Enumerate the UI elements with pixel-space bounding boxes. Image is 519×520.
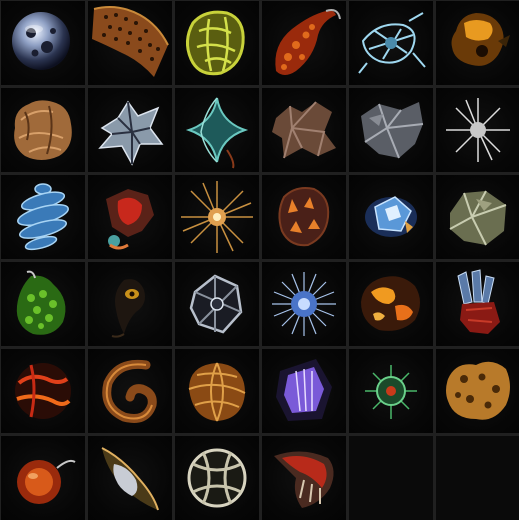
inventory-slot[interactable]	[1, 88, 85, 172]
inventory-slot[interactable]	[436, 88, 519, 172]
inventory-slot[interactable]	[88, 88, 172, 172]
inventory-slot[interactable]	[349, 175, 433, 259]
inventory-slot[interactable]	[262, 349, 346, 433]
red-ribbed-jaw-icon	[274, 451, 334, 508]
inventory-slot[interactable]	[436, 175, 519, 259]
blue-gem-core-icon	[365, 196, 417, 237]
inventory-slot[interactable]	[349, 262, 433, 346]
red-lava-orb-icon	[15, 363, 71, 419]
blue-spiral-drill-icon	[17, 183, 69, 251]
inventory-slot[interactable]	[262, 1, 346, 85]
amber-spike-urchin-icon	[181, 181, 253, 253]
rock-bulb-icon	[14, 100, 72, 160]
inventory-slot[interactable]	[436, 1, 519, 85]
crystal-web-icon	[358, 12, 426, 74]
teal-star-tendril-icon	[185, 97, 249, 169]
amber-spiral-shell-icon	[188, 362, 246, 422]
bark-fragment-icon	[272, 101, 336, 159]
purple-energy-crystal-icon	[276, 359, 332, 421]
inventory-slot[interactable]	[175, 262, 259, 346]
green-scale-leaf-icon	[16, 270, 66, 335]
inventory-slot[interactable]	[175, 1, 259, 85]
inventory-slot[interactable]	[175, 349, 259, 433]
spotted-hide-scroll-icon	[92, 6, 169, 77]
inventory-slot[interactable]	[1, 436, 85, 520]
inventory-slot[interactable]	[175, 436, 259, 520]
inventory-slot[interactable]	[1, 262, 85, 346]
inventory-slot[interactable]	[1, 1, 85, 85]
green-lattice-husk-icon	[186, 10, 245, 76]
glass-orb-icon	[12, 12, 70, 70]
shadow-wisp-icon	[111, 279, 145, 338]
pale-green-rock-icon	[449, 190, 507, 246]
inventory-slot[interactable]	[436, 262, 519, 346]
inventory-slot[interactable]	[1, 175, 85, 259]
silver-crystal-cluster-icon	[98, 100, 164, 166]
inventory-slot[interactable]	[436, 349, 519, 433]
inventory-slot[interactable]	[88, 1, 172, 85]
silver-shell-fin-icon	[101, 447, 159, 511]
green-spore-pod-icon	[365, 365, 417, 419]
inventory-slot[interactable]	[88, 436, 172, 520]
inventory-slot-empty[interactable]	[349, 436, 433, 520]
dark-cage-icon	[189, 274, 243, 334]
inventory-slot[interactable]	[88, 349, 172, 433]
ochre-bone-cluster-icon	[446, 361, 510, 420]
inventory-slot[interactable]	[262, 88, 346, 172]
red-fleshy-fragment-icon	[106, 189, 154, 250]
inventory-slot[interactable]	[175, 88, 259, 172]
lava-rock-icon	[361, 276, 420, 331]
molten-crest-icon	[275, 9, 341, 75]
inventory-slot[interactable]	[262, 436, 346, 520]
inventory-slot[interactable]	[88, 262, 172, 346]
blue-urchin-spine-icon	[272, 272, 336, 336]
inventory-slot[interactable]	[1, 349, 85, 433]
coiled-horn-icon	[102, 359, 157, 423]
bone-lattice-sphere-icon	[187, 448, 247, 508]
ember-shell-icon	[278, 187, 330, 247]
inventory-slot[interactable]	[88, 175, 172, 259]
amber-nugget-icon	[451, 13, 510, 66]
white-starburst-icon	[446, 98, 510, 162]
inventory-slot[interactable]	[349, 88, 433, 172]
inventory-slot[interactable]	[349, 349, 433, 433]
crystal-spire-cluster-icon	[457, 269, 500, 334]
inventory-slot[interactable]	[349, 1, 433, 85]
inventory-slot[interactable]	[262, 262, 346, 346]
grey-stone-chunk-icon	[361, 102, 424, 159]
inventory-slot[interactable]	[175, 175, 259, 259]
inventory-grid	[0, 0, 519, 520]
inventory-slot-empty[interactable]	[436, 436, 519, 520]
inventory-slot[interactable]	[262, 175, 346, 259]
amber-tail-orb-icon	[17, 459, 76, 504]
